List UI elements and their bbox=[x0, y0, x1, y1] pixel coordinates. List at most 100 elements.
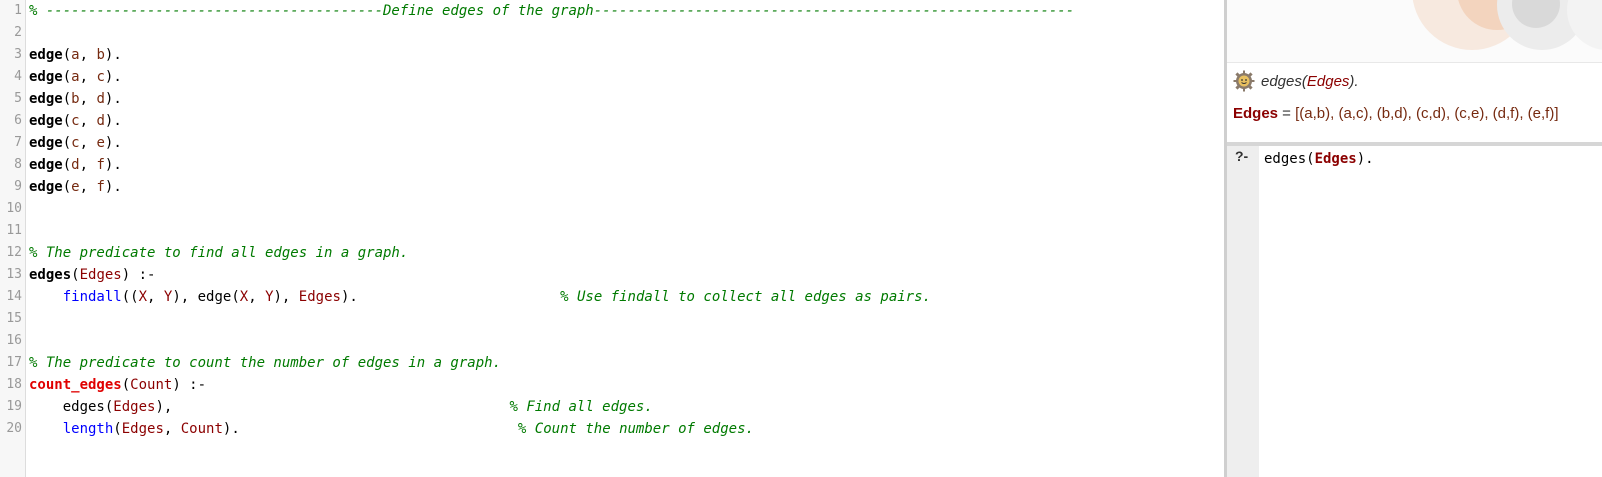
answer-panel: edges(Edges). Edges = [(a,b), (a,c), (b,… bbox=[1227, 62, 1602, 143]
code-token: a bbox=[71, 69, 80, 85]
code-line[interactable]: 2 bbox=[0, 22, 1224, 44]
line-code[interactable]: length(Edges, Count). % Count the number… bbox=[29, 418, 754, 440]
line-code[interactable]: edge(c, d). bbox=[29, 110, 122, 132]
code-token: f bbox=[96, 157, 105, 173]
line-code[interactable]: edge(e, f). bbox=[29, 176, 122, 198]
line-number: 6 bbox=[14, 113, 22, 128]
code-token: , bbox=[79, 135, 97, 151]
code-token: edge bbox=[29, 69, 63, 85]
query-input-post: ). bbox=[1356, 151, 1374, 167]
code-token: ( bbox=[62, 47, 72, 63]
prompt-gutter: ?- bbox=[1227, 146, 1259, 477]
code-token: Count bbox=[180, 421, 223, 437]
code-token: ( bbox=[62, 135, 72, 151]
line-number: 14 bbox=[6, 289, 22, 304]
query-input[interactable]: edges(Edges). bbox=[1264, 151, 1374, 167]
line-code[interactable]: % --------------------------------------… bbox=[29, 0, 1074, 22]
line-code[interactable]: % The predicate to find all edges in a g… bbox=[29, 242, 408, 264]
code-line[interactable]: 19 edges(Edges), % Find all edges. bbox=[0, 396, 1224, 418]
code-token: % Find all edges. bbox=[509, 399, 653, 415]
code-token: Edges bbox=[79, 267, 122, 283]
code-line[interactable]: 13 edges(Edges) :- bbox=[0, 264, 1224, 286]
line-code[interactable]: findall((X, Y), edge(X, Y), Edges). % Us… bbox=[29, 286, 931, 308]
line-code[interactable]: edges(Edges) :- bbox=[29, 264, 155, 286]
answer-query-close: ). bbox=[1349, 72, 1359, 90]
answer-query-name: edges bbox=[1261, 72, 1302, 90]
code-token: X bbox=[239, 289, 249, 305]
query-input-pre: edges( bbox=[1264, 151, 1315, 167]
line-code[interactable]: edge(d, f). bbox=[29, 154, 122, 176]
line-number: 11 bbox=[6, 223, 22, 238]
code-line[interactable]: 16 bbox=[0, 330, 1224, 352]
code-line[interactable]: 8 edge(d, f). bbox=[0, 154, 1224, 176]
line-code[interactable]: edges(Edges), % Find all edges. bbox=[29, 396, 653, 418]
code-token: , bbox=[79, 157, 97, 173]
line-code[interactable]: count_edges(Count) :- bbox=[29, 374, 206, 396]
line-number: 9 bbox=[14, 179, 22, 194]
code-token: X bbox=[138, 289, 148, 305]
code-token: c bbox=[71, 135, 80, 151]
code-token: ( bbox=[62, 157, 72, 173]
code-token: a bbox=[71, 47, 80, 63]
code-token: edge bbox=[29, 47, 63, 63]
line-code[interactable]: edge(a, c). bbox=[29, 66, 122, 88]
line-number: 8 bbox=[14, 157, 22, 172]
line-number: 12 bbox=[6, 245, 22, 260]
code-token: edge bbox=[29, 157, 63, 173]
code-line[interactable]: 12 % The predicate to find all edges in a… bbox=[0, 242, 1224, 264]
code-token: ). bbox=[104, 157, 122, 173]
code-line[interactable]: 3 edge(a, b). bbox=[0, 44, 1224, 66]
code-token: edges( bbox=[29, 399, 114, 415]
code-token: Count bbox=[130, 377, 173, 393]
answer-query: edges(Edges). bbox=[1261, 73, 1359, 90]
code-line[interactable]: 14 findall((X, Y), edge(X, Y), Edges). %… bbox=[0, 286, 1224, 308]
code-token: f bbox=[96, 179, 105, 195]
line-code[interactable]: % The predicate to count the number of e… bbox=[29, 352, 501, 374]
line-number: 3 bbox=[14, 47, 22, 62]
code-token: ) :- bbox=[172, 377, 207, 393]
answer-binding: Edges = [(a,b), (a,c), (b,d), (c,d), (c,… bbox=[1233, 105, 1559, 122]
line-number: 7 bbox=[14, 135, 22, 150]
code-token: ), bbox=[273, 289, 299, 305]
line-number: 1 bbox=[14, 3, 22, 18]
code-editor[interactable]: 1 % -------------------------------------… bbox=[0, 0, 1224, 477]
code-token: , bbox=[79, 179, 97, 195]
code-token: findall bbox=[62, 289, 122, 305]
code-token: ( bbox=[121, 377, 131, 393]
code-token: edge bbox=[29, 135, 63, 151]
result-equals: = bbox=[1278, 105, 1296, 122]
code-line[interactable]: 17 % The predicate to count the number of… bbox=[0, 352, 1224, 374]
query-pane: edges(Edges). Edges = [(a,b), (a,c), (b,… bbox=[1227, 0, 1602, 477]
code-line[interactable]: 7 edge(c, e). bbox=[0, 132, 1224, 154]
code-token: edge bbox=[29, 113, 63, 129]
code-token: % --------------------------------------… bbox=[29, 3, 1075, 19]
code-line[interactable]: 20 length(Edges, Count). % Count the num… bbox=[0, 418, 1224, 440]
code-token: % Count the number of edges. bbox=[517, 421, 754, 437]
code-line[interactable]: 15 bbox=[0, 308, 1224, 330]
query-input-var: Edges bbox=[1314, 151, 1357, 167]
code-token: Edges bbox=[121, 421, 164, 437]
code-line[interactable]: 4 edge(a, c). bbox=[0, 66, 1224, 88]
code-line[interactable]: 11 bbox=[0, 220, 1224, 242]
code-line[interactable]: 1 % -------------------------------------… bbox=[0, 0, 1224, 22]
code-line[interactable]: 18 count_edges(Count) :- bbox=[0, 374, 1224, 396]
code-line[interactable]: 9 edge(e, f). bbox=[0, 176, 1224, 198]
logo-banner bbox=[1227, 0, 1602, 62]
code-token: b bbox=[96, 47, 105, 63]
code-token: Edges bbox=[298, 289, 341, 305]
line-code[interactable]: edge(a, b). bbox=[29, 44, 122, 66]
code-token: d bbox=[71, 157, 80, 173]
code-line[interactable]: 5 edge(b, d). bbox=[0, 88, 1224, 110]
line-number: 17 bbox=[6, 355, 22, 370]
line-number: 13 bbox=[6, 267, 22, 282]
line-code[interactable]: edge(b, d). bbox=[29, 88, 122, 110]
query-console[interactable]: ?- edges(Edges). bbox=[1227, 146, 1602, 477]
code-line[interactable]: 6 edge(c, d). bbox=[0, 110, 1224, 132]
code-token: b bbox=[71, 91, 80, 107]
code-line[interactable]: 10 bbox=[0, 198, 1224, 220]
line-code[interactable]: edge(c, e). bbox=[29, 132, 122, 154]
code-token: edge bbox=[29, 179, 63, 195]
gear-icon[interactable] bbox=[1233, 70, 1255, 92]
code-token: length bbox=[62, 421, 114, 437]
